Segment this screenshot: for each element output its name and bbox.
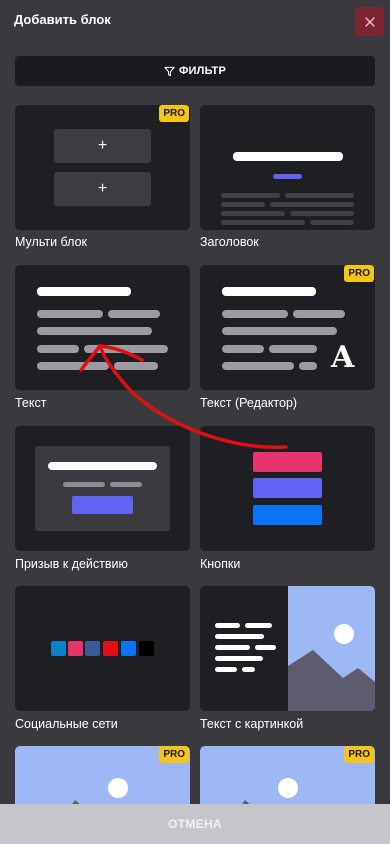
text-line [290,211,354,216]
text-line [222,362,294,370]
text-line [270,202,354,207]
pro-badge: PRO [344,746,374,763]
heading-line [37,287,131,296]
add-block-placeholder: + [54,172,151,206]
block-card-text-editor[interactable]: PRO A [200,265,375,390]
social-swatch [103,641,118,656]
text-line [299,362,317,370]
button-preview-purple [253,478,322,498]
block-card-text-image[interactable] [200,586,375,711]
plus-icon: + [97,180,108,197]
block-label-social: Социальные сети [15,717,118,731]
plus-icon: + [97,137,108,154]
social-swatch [85,641,100,656]
heading-line [222,287,316,296]
social-swatch [139,641,154,656]
block-label-text-editor: Текст (Редактор) [200,396,298,410]
button-preview-pink [253,452,322,472]
text-line [221,202,265,207]
accent-line [273,174,302,179]
block-card-buttons[interactable] [200,426,375,551]
text-line [215,623,240,628]
text-line [215,656,263,661]
text-line [255,645,276,650]
text-line [221,193,280,198]
block-label-heading: Заголовок [200,235,259,249]
text-line [37,327,152,335]
text-line [215,634,264,639]
add-block-placeholder: + [54,129,151,163]
social-swatch [121,641,136,656]
text-line [84,345,168,353]
text-line [108,310,160,318]
social-swatch [51,641,66,656]
text-line [215,645,250,650]
text-line [222,345,264,353]
block-label-text: Текст [15,396,47,410]
text-line [310,220,354,225]
text-line [37,310,103,318]
cta-button-preview [72,496,133,514]
text-line [37,362,109,370]
pro-badge: PRO [159,746,189,763]
text-line [215,667,237,672]
text-line [242,667,255,672]
block-label-buttons: Кнопки [200,557,241,571]
filter-icon [164,66,175,76]
block-label-cta: Призыв к действию [15,557,128,571]
text-line [37,345,79,353]
cancel-label: ОТМЕНА [168,817,222,831]
text-line [245,623,272,628]
block-label-multi: Мульти блок [15,235,87,249]
text-line [222,310,288,318]
pro-badge: PRO [159,105,189,122]
button-preview-blue [253,505,322,525]
filter-button[interactable]: ФИЛЬТР [15,56,375,86]
dialog-header: Добавить блок [0,0,390,44]
text-line [63,482,105,487]
text-line [222,327,337,335]
text-line [269,345,317,353]
block-card-multi[interactable]: PRO + + [15,105,190,230]
text-line [114,362,158,370]
text-line [110,482,142,487]
text-line [221,220,305,225]
dialog-title: Добавить блок [14,12,111,27]
close-button[interactable] [355,7,384,36]
pro-badge: PRO [344,265,374,282]
heading-line [233,152,343,161]
block-card-social[interactable] [15,586,190,711]
block-card-heading[interactable] [200,105,375,230]
cta-panel [35,446,170,531]
block-label-text-image: Текст с картинкой [200,717,304,731]
text-format-icon: A [331,340,355,375]
close-icon [364,16,375,27]
heading-line [48,462,157,470]
text-line [285,193,354,198]
text-line [221,211,285,216]
filter-label: ФИЛЬТР [178,65,227,77]
social-swatch [68,641,83,656]
block-card-cta[interactable] [15,426,190,551]
text-line [293,310,345,318]
cancel-button[interactable]: ОТМЕНА [0,804,390,844]
block-card-text[interactable] [15,265,190,390]
image-icon [288,586,375,711]
